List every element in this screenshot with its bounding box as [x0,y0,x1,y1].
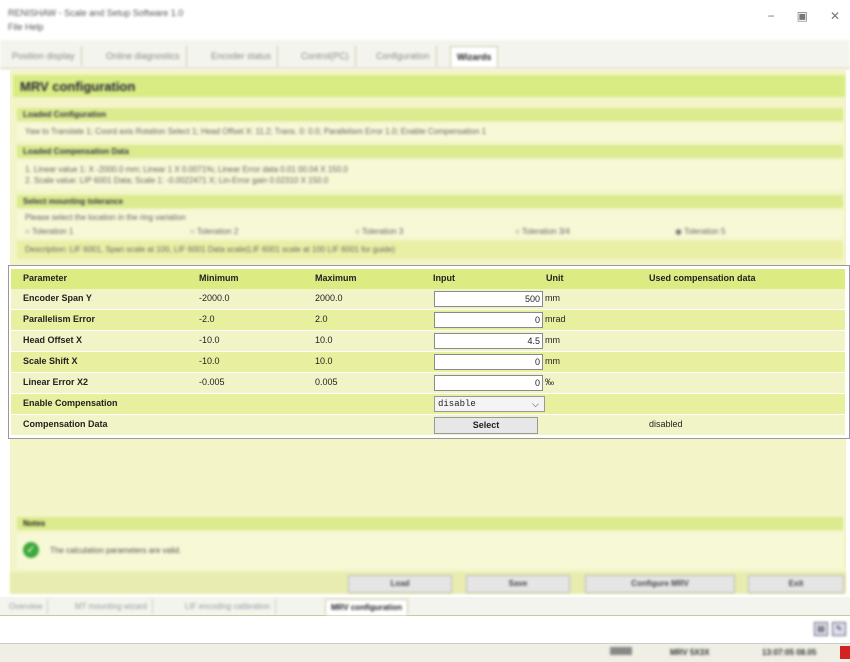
notes-header [17,517,843,530]
param-unit: mm [545,356,560,366]
loaded-config-title: Loaded Configuration [23,110,107,119]
notes-message: The calculation parameters are valid. [50,546,182,555]
param-min: -0.005 [199,377,225,387]
save-disk-icon[interactable]: ▤ [814,622,828,636]
tab-configuration[interactable]: Configuration [370,46,437,66]
alert-icon [840,646,850,659]
select-value: disable [438,399,476,409]
status-time: 13:07:05 08.05 [762,648,817,657]
mounting-option-1[interactable]: ○ Toleration 1 [25,227,73,236]
table-row: Enable Compensation disable ⌵ [11,394,845,414]
table-row: Linear Error X2 -0.005 0.005 0 ‰ [11,373,845,393]
check-icon: ✓ [23,542,39,558]
param-max: 2000.0 [315,293,343,303]
tab-wizards[interactable]: Wizards [450,46,499,67]
loaded-comp-title: Loaded Compensation Data [23,147,129,156]
parallelism-error-input[interactable]: 0 [434,312,543,328]
param-unit: mrad [545,314,566,324]
table-row: Head Offset X -10.0 10.0 4.5 mm [11,331,845,351]
param-min: -2000.0 [199,293,230,303]
save-button[interactable]: Save [466,575,570,593]
tab-encoder-status[interactable]: Encoder status [205,46,279,66]
status-device: MRV 5X3X [670,648,710,657]
col-unit: Unit [546,273,564,283]
chevron-down-icon: ⌵ [532,399,539,409]
top-tab-bar: Position display Online diagnostics Enco… [0,40,850,69]
table-row: Encoder Span Y -2000.0 2000.0 500 mm [11,289,845,309]
minimize-icon[interactable]: − [768,9,775,23]
param-name: Compensation Data [23,419,108,429]
connection-icon [610,647,632,655]
load-button[interactable]: Load [348,575,452,593]
scale-shift-x-input[interactable]: 0 [434,354,543,370]
tab-overview[interactable]: Overview [4,599,49,614]
select-compensation-button[interactable]: Select [434,417,538,434]
encoder-span-y-input[interactable]: 500 [434,291,543,307]
mounting-option-5[interactable]: ◉ Toleration 5 [675,227,725,236]
param-unit: mm [545,293,560,303]
param-min: -10.0 [199,356,220,366]
table-row: Parallelism Error -2.0 2.0 0 mrad [11,310,845,330]
enable-compensation-select[interactable]: disable ⌵ [434,396,545,412]
loaded-comp-line-1: 1. Linear value 1: X -2000.0 mm; Linear … [25,165,348,174]
param-name: Head Offset X [23,335,83,345]
table-header-row: Parameter Minimum Maximum Input Unit Use… [11,269,845,289]
mounting-title: Select mounting tolerance [23,197,124,206]
title-bar [0,0,850,36]
param-min: -10.0 [199,335,220,345]
tab-position-display[interactable]: Position display [6,46,82,66]
table-row: Compensation Data Select disabled [11,415,845,435]
menu-bar[interactable]: File Help [8,22,44,32]
param-name: Linear Error X2 [23,377,89,387]
loaded-comp-header [17,145,843,158]
param-name: Scale Shift X [23,356,78,366]
param-name: Enable Compensation [23,398,118,408]
panel-title: MRV configuration [20,79,136,94]
col-used-compensation: Used compensation data [649,273,756,283]
param-name: Encoder Span Y [23,293,92,303]
col-parameter: Parameter [23,273,68,283]
notes-title: Notes [23,519,46,528]
tab-mt-mounting-wizard[interactable]: MT mounting wizard [70,599,153,614]
close-icon[interactable]: ✕ [830,9,840,23]
configure-mrv-button[interactable]: Configure MRV [585,575,735,593]
mounting-hint: Please select the location in the ring v… [25,213,186,222]
mounting-desc: Description: LIF 6001, Span scale at 100… [25,245,395,254]
head-offset-x-input[interactable]: 4.5 [434,333,543,349]
param-max: 0.005 [315,377,338,387]
compensation-status: disabled [649,419,683,429]
col-minimum: Minimum [199,273,239,283]
loaded-config-header [17,108,843,121]
window-controls: − ▣ ✕ [768,9,840,23]
tool-row [0,616,850,643]
window-title: RENISHAW - Scale and Setup Software 1.0 [8,8,184,18]
mounting-option-2[interactable]: ○ Toleration 2 [190,227,238,236]
loaded-comp-line-2: 2. Scale value: LIP 6001 Data; Scale 1: … [25,176,329,185]
param-min: -2.0 [199,314,215,324]
loaded-config-text: Yaw to Translate 1; Coord axis Rotation … [25,127,487,136]
param-max: 10.0 [315,356,333,366]
col-input: Input [433,273,455,283]
table-row: Scale Shift X -10.0 10.0 0 mm [11,352,845,372]
tool-icon[interactable]: ✎ [832,622,846,636]
tab-online-diagnostics[interactable]: Online diagnostics [100,46,187,66]
param-unit: mm [545,335,560,345]
mounting-header [17,195,843,208]
col-maximum: Maximum [315,273,357,283]
mounting-option-3[interactable]: ○ Toleration 3 [355,227,403,236]
tab-lif-encoding-calibration[interactable]: LIF encoding calibration [180,599,276,614]
tab-mrv-configuration[interactable]: MRV configuration [325,599,408,615]
param-name: Parallelism Error [23,314,96,324]
linear-error-x2-input[interactable]: 0 [434,375,543,391]
status-bar [0,643,850,662]
mounting-option-4[interactable]: ○ Toleration 3/4 [515,227,570,236]
tab-control-pc[interactable]: Control(PC) [295,46,356,66]
param-max: 10.0 [315,335,333,345]
exit-button[interactable]: Exit [748,575,844,593]
param-unit: ‰ [545,377,554,387]
param-max: 2.0 [315,314,328,324]
panel-header [13,75,845,97]
maximize-icon[interactable]: ▣ [797,9,808,23]
